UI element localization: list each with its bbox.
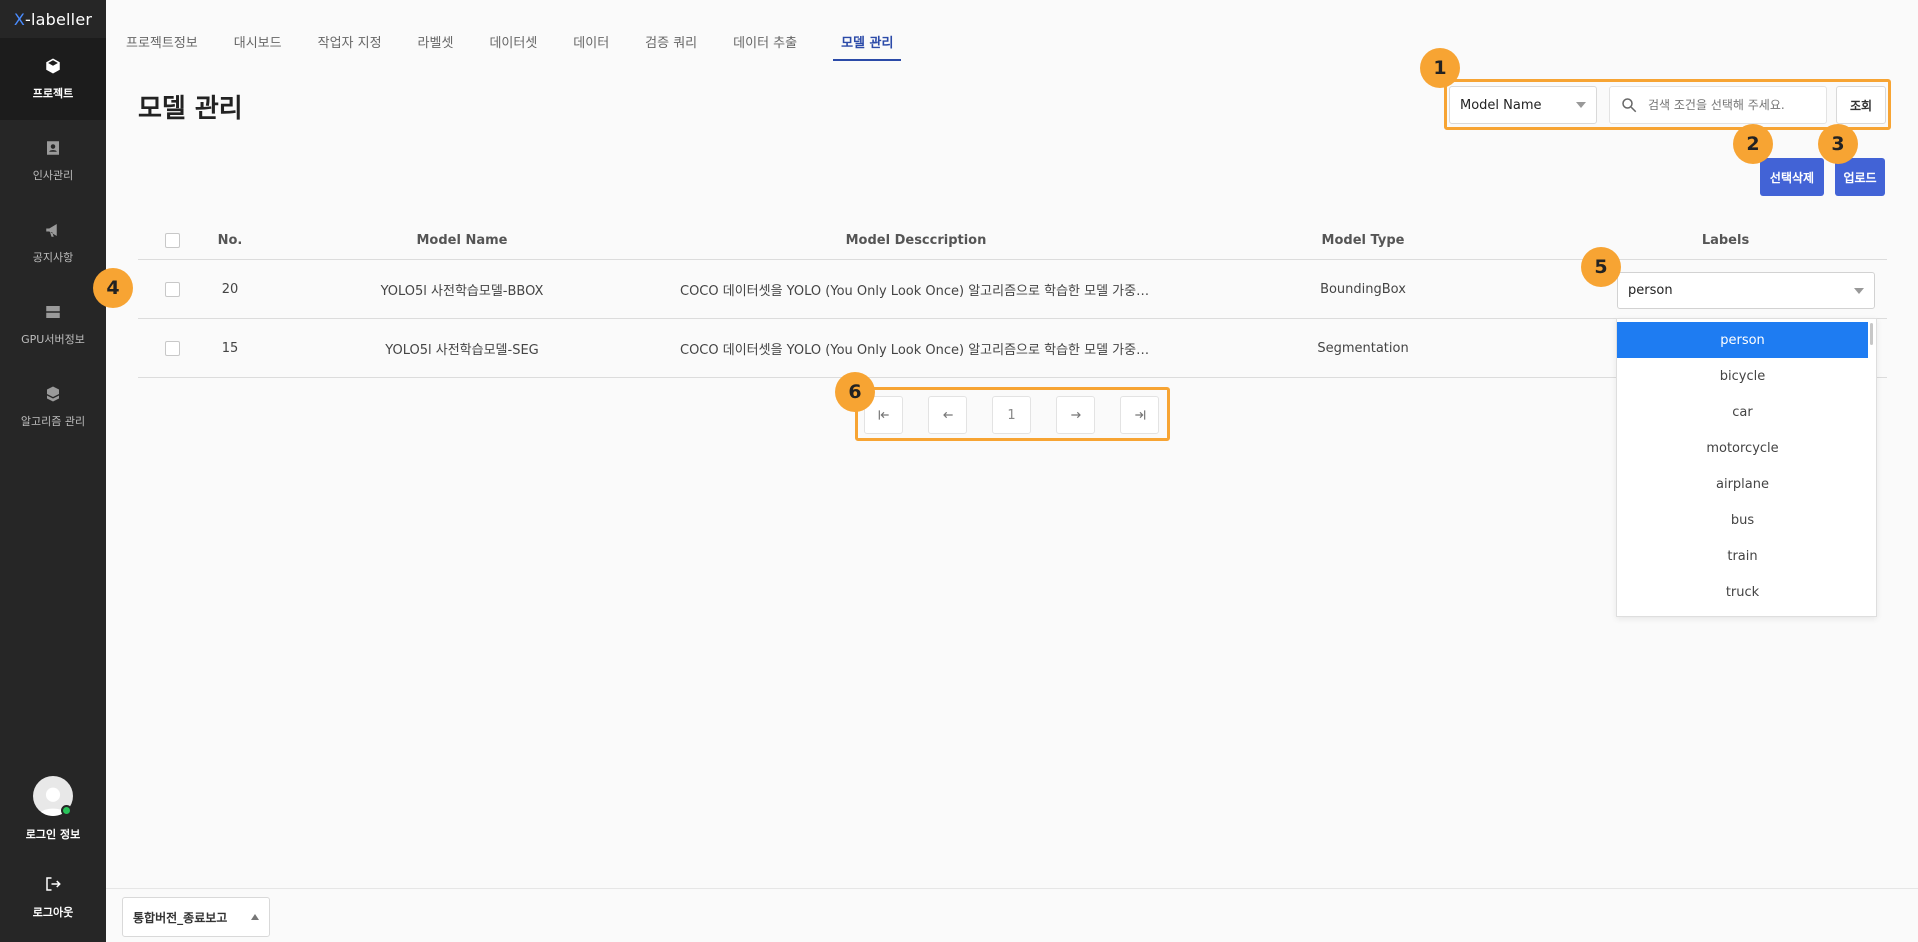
row-no: 20 [221, 281, 239, 297]
row-model-name: YOLO5l 사전학습모델-SEG [385, 342, 539, 358]
dropdown-option[interactable]: person [1617, 322, 1868, 358]
arrow-right-icon [1070, 411, 1081, 419]
page-number-button[interactable]: 1 [992, 396, 1031, 434]
select-all-checkbox[interactable] [164, 233, 180, 248]
tab-dashboard[interactable]: 대시보드 [234, 32, 290, 61]
logout-label: 로그아웃 [32, 906, 74, 919]
last-page-icon [1134, 410, 1145, 420]
column-header-labels: Labels [1701, 233, 1750, 248]
column-header-model-description: Model Desccription [845, 233, 987, 248]
sidebar-item-project[interactable]: 프로젝트 [0, 38, 106, 120]
footer-bar [106, 888, 1918, 942]
sidebar-item-label: 공지사항 [32, 251, 74, 264]
query-button[interactable]: 조회 [1836, 86, 1886, 124]
chevron-down-icon [1854, 287, 1864, 294]
megaphone-icon [44, 221, 62, 239]
logo-prefix: X [13, 9, 26, 29]
cube-icon [44, 57, 62, 75]
sidebar-item-notice[interactable]: 공지사항 [0, 202, 106, 284]
row-model-type: Segmentation [1317, 340, 1409, 356]
dropdown-option[interactable]: truck [1617, 574, 1868, 610]
row-model-description: COCO 데이터셋을 YOLO (You Only Look Once) 알고리… [680, 283, 1162, 299]
search-select-value: Model Name [1460, 97, 1542, 113]
dropdown-option[interactable]: train [1617, 538, 1868, 574]
tab-data-export[interactable]: 데이터 추출 [733, 32, 805, 61]
labels-select[interactable]: person [1617, 272, 1875, 309]
sidebar-item-label: 인사관리 [32, 169, 74, 182]
row-no: 15 [221, 340, 239, 356]
server-icon [44, 303, 62, 321]
dropdown-option[interactable]: motorcycle [1617, 430, 1868, 466]
tab-project-info[interactable]: 프로젝트정보 [126, 32, 206, 61]
annotation-badge: 2 [1733, 124, 1773, 164]
sidebar-item-gpu[interactable]: GPU서버정보 [0, 284, 106, 366]
dropdown-option[interactable]: car [1617, 394, 1868, 430]
sidebar-item-label: 프로젝트 [32, 87, 74, 100]
annotation-badge: 6 [835, 372, 875, 412]
sidebar-item-algorithm[interactable]: 알고리즘 관리 [0, 366, 106, 448]
user-info-label: 로그인 정보 [25, 828, 81, 841]
last-page-button[interactable] [1120, 396, 1159, 434]
chevron-up-icon [251, 914, 259, 920]
next-page-button[interactable] [1056, 396, 1095, 434]
sidebar-item-label: GPU서버정보 [21, 333, 85, 346]
row-checkbox[interactable] [164, 281, 180, 297]
cubes-icon [44, 385, 62, 403]
version-label: 통합버전_종료보고 [133, 910, 228, 925]
column-header-model-name: Model Name [416, 233, 508, 248]
online-status-icon [61, 805, 72, 816]
tab-labelset[interactable]: 라벨셋 [418, 32, 462, 61]
logo-suffix: -labeller [25, 9, 93, 29]
labels-select-value: person [1628, 283, 1673, 298]
row-checkbox[interactable] [164, 340, 180, 356]
dropdown-scrollbar[interactable] [1870, 323, 1873, 345]
annotation-badge: 4 [93, 268, 133, 308]
upload-button[interactable]: 업로드 [1835, 158, 1885, 196]
table-header: No. Model Name Model Desccription Model … [138, 222, 1887, 260]
dropdown-option[interactable]: airplane [1617, 466, 1868, 502]
tab-dataset[interactable]: 데이터셋 [489, 32, 545, 61]
search-icon [1622, 98, 1637, 113]
prev-page-button[interactable] [928, 396, 967, 434]
tab-worker-assign[interactable]: 작업자 지정 [318, 32, 390, 61]
first-page-icon [878, 410, 889, 420]
person-badge-icon [44, 139, 62, 157]
dropdown-option[interactable]: bus [1617, 502, 1868, 538]
logout-button[interactable]: 로그아웃 [0, 875, 106, 920]
tab-verify-query[interactable]: 검증 쿼리 [645, 32, 705, 61]
annotation-badge: 5 [1581, 247, 1621, 287]
search-input-wrapper[interactable] [1609, 86, 1827, 124]
top-tabs: 프로젝트정보 대시보드 작업자 지정 라벨셋 데이터셋 데이터 검증 쿼리 데이… [126, 32, 902, 61]
user-info[interactable]: 로그인 정보 [0, 776, 106, 842]
arrow-left-icon [942, 411, 953, 419]
tab-data[interactable]: 데이터 [573, 32, 617, 61]
column-header-no: No. [217, 233, 243, 248]
chevron-down-icon [1576, 102, 1586, 108]
column-header-model-type: Model Type [1321, 233, 1405, 248]
search-input[interactable] [1648, 98, 1818, 112]
delete-selected-button[interactable]: 선택삭제 [1760, 158, 1824, 196]
version-select[interactable]: 통합버전_종료보고 [122, 897, 270, 937]
tab-model-management[interactable]: 모델 관리 [833, 32, 902, 61]
annotation-badge: 3 [1818, 124, 1858, 164]
sidebar-item-hr[interactable]: 인사관리 [0, 120, 106, 202]
annotation-badge: 1 [1420, 48, 1460, 88]
dropdown-option[interactable]: bicycle [1617, 358, 1868, 394]
row-model-description: COCO 데이터셋을 YOLO (You Only Look Once) 알고리… [680, 342, 1162, 358]
labels-dropdown: person bicycle car motorcycle airplane b… [1616, 318, 1877, 617]
row-model-type: BoundingBox [1320, 281, 1406, 297]
sidebar: X -labeller 프로젝트 인사관리 공지사항 GPU서버정보 알고리즘 관… [0, 0, 106, 942]
logout-icon [46, 877, 61, 891]
row-model-name: YOLO5l 사전학습모델-BBOX [380, 283, 544, 299]
sidebar-item-label: 알고리즘 관리 [20, 415, 86, 428]
app-logo: X -labeller [0, 0, 106, 38]
page-title: 모델 관리 [138, 94, 243, 124]
search-field-select[interactable]: Model Name [1449, 86, 1597, 124]
